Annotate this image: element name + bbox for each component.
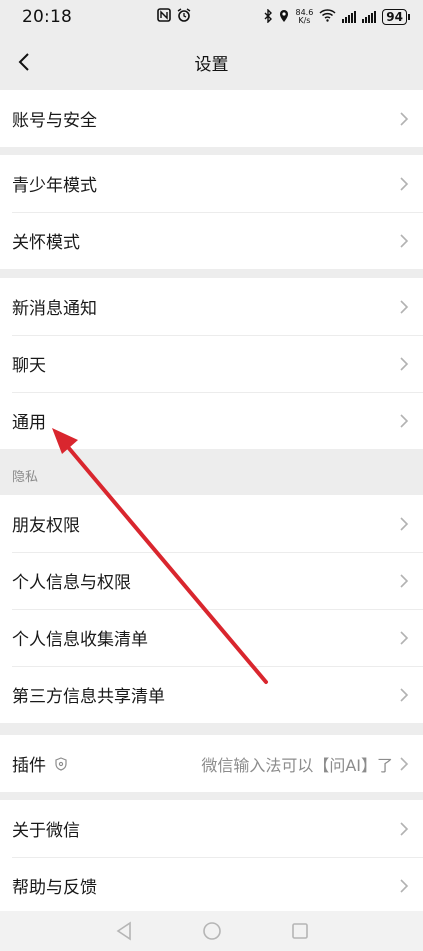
- settings-item-care-mode[interactable]: 关怀模式: [0, 212, 423, 269]
- bluetooth-icon: [264, 7, 273, 26]
- group-modes: 青少年模式 关怀模式: [0, 155, 423, 269]
- settings-item-label: 个人信息与权限: [12, 573, 131, 593]
- network-speed: 84.6 K/s: [295, 8, 314, 25]
- alarm-icon: [177, 8, 191, 26]
- chevron-right-icon: [400, 516, 409, 531]
- chevron-right-icon: [400, 233, 409, 248]
- settings-item-label: 帮助与反馈: [12, 878, 97, 898]
- status-notification-icons: [157, 8, 191, 26]
- location-icon: [279, 9, 289, 26]
- settings-item-label: 第三方信息共享清单: [12, 687, 165, 707]
- chevron-right-icon: [400, 176, 409, 191]
- group-about: 关于微信 帮助与反馈: [0, 800, 423, 914]
- nav-bar: 设置: [0, 34, 423, 90]
- nfc-icon: [157, 8, 171, 26]
- group-plugin: 插件 微信输入法可以【问AI】了: [0, 735, 423, 792]
- nav-recents-square-icon[interactable]: [291, 922, 309, 940]
- settings-item-personal-info-collection[interactable]: 个人信息收集清单: [0, 609, 423, 666]
- status-bar: 20:18 84.6 K/s 94: [0, 0, 423, 34]
- status-time: 20:18: [22, 7, 72, 27]
- battery-icon: 94: [382, 9, 410, 25]
- settings-item-label: 朋友权限: [12, 516, 80, 536]
- settings-item-label: 关于微信: [12, 821, 80, 841]
- settings-item-third-party-sharing[interactable]: 第三方信息共享清单: [0, 666, 423, 723]
- settings-item-general[interactable]: 通用: [0, 392, 423, 449]
- settings-item-label: 关怀模式: [12, 233, 80, 253]
- settings-item-label: 账号与安全: [12, 111, 97, 131]
- settings-item-label: 插件: [12, 756, 46, 776]
- status-system-icons: 84.6 K/s 94: [264, 7, 410, 26]
- settings-item-plugins[interactable]: 插件 微信输入法可以【问AI】了: [0, 735, 423, 792]
- chevron-right-icon: [400, 111, 409, 126]
- settings-item-label: 通用: [12, 413, 46, 433]
- settings-item-label: 青少年模式: [12, 176, 97, 196]
- settings-item-personal-info-permissions[interactable]: 个人信息与权限: [0, 552, 423, 609]
- settings-item-label: 聊天: [12, 356, 46, 376]
- chevron-right-icon: [400, 687, 409, 702]
- system-navigation-bar: [0, 911, 423, 951]
- signal-icon-1: [342, 11, 357, 23]
- chevron-right-icon: [400, 756, 409, 771]
- nav-back-triangle-icon[interactable]: [115, 921, 133, 941]
- group-general: 新消息通知 聊天 通用: [0, 278, 423, 449]
- chevron-right-icon: [400, 413, 409, 428]
- chevron-right-icon: [400, 356, 409, 371]
- section-header-privacy: 隐私: [12, 470, 39, 485]
- settings-item-chat[interactable]: 聊天: [0, 335, 423, 392]
- settings-item-teen-mode[interactable]: 青少年模式: [0, 155, 423, 212]
- wifi-icon: [319, 9, 336, 25]
- group-privacy: 朋友权限 个人信息与权限 个人信息收集清单 第三方信息共享清单: [0, 495, 423, 723]
- chevron-right-icon: [400, 878, 409, 893]
- page-title: 设置: [194, 54, 229, 75]
- settings-item-about-wechat[interactable]: 关于微信: [0, 800, 423, 857]
- settings-item-label: 新消息通知: [12, 299, 97, 319]
- plugin-shield-icon: [55, 756, 67, 771]
- chevron-right-icon: [400, 630, 409, 645]
- settings-item-friend-permissions[interactable]: 朋友权限: [0, 495, 423, 552]
- plugin-promo-text: 微信输入法可以【问AI】了: [201, 755, 393, 775]
- signal-icon-2: [362, 11, 377, 23]
- settings-item-notifications[interactable]: 新消息通知: [0, 278, 423, 335]
- chevron-right-icon: [400, 821, 409, 836]
- back-button[interactable]: [8, 46, 40, 78]
- chevron-right-icon: [400, 299, 409, 314]
- chevron-left-icon: [18, 53, 29, 71]
- chevron-right-icon: [400, 573, 409, 588]
- settings-item-label: 个人信息收集清单: [12, 630, 148, 650]
- nav-home-circle-icon[interactable]: [202, 921, 222, 941]
- settings-item-account-security[interactable]: 账号与安全: [0, 90, 423, 147]
- settings-item-help-feedback[interactable]: 帮助与反馈: [0, 857, 423, 914]
- group-account: 账号与安全: [0, 90, 423, 147]
